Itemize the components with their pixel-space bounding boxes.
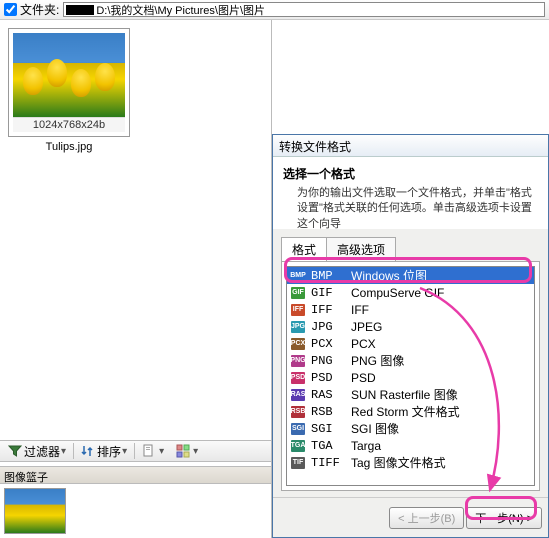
sort-icon (81, 444, 95, 458)
thumbnail-item[interactable]: 1024x768x24b Tulips.jpg (8, 28, 130, 153)
format-desc: Red Storm 文件格式 (351, 403, 460, 420)
chevron-down-icon: ▾ (193, 446, 198, 457)
convert-format-wizard: 转换文件格式 选择一个格式 为你的输出文件选取一个文件格式，并单击"格式设置"格… (272, 134, 549, 538)
format-desc: CompuServe GIF (351, 286, 444, 300)
thumbnail-filename: Tulips.jpg (8, 141, 130, 153)
tab-format[interactable]: 格式 (281, 237, 327, 261)
format-desc: Windows 位图 (351, 267, 427, 284)
format-icon: RSB (291, 406, 305, 418)
format-ext: RSB (311, 405, 345, 419)
format-ext: SGI (311, 422, 345, 436)
wizard-heading: 选择一个格式 (283, 165, 538, 182)
tab-panel-format: BMPBMPWindows 位图GIFGIFCompuServe GIFIFFI… (281, 261, 540, 491)
sort-button[interactable]: 排序 ▾ (76, 442, 132, 460)
thumbnail-panel: 1024x768x24b Tulips.jpg 过滤器 ▾ 排序 ▾ ▾ (0, 20, 272, 538)
grid-icon (176, 444, 190, 458)
thumbnail-image (13, 33, 125, 117)
format-ext: PNG (311, 354, 345, 368)
page-icon (142, 444, 156, 458)
format-icon: TGA (291, 440, 305, 452)
folder-bar: 文件夹: D:\我的文档\My Pictures\图片\图片 (0, 0, 549, 20)
wizard-body: 格式 高级选项 BMP BMP Windows 位图 GIF GIF CompuServe… (273, 229, 548, 497)
chevron-down-icon: ▾ (122, 446, 127, 457)
format-icon: TIF (291, 457, 305, 469)
toolbar-extra-1[interactable]: ▾ (137, 442, 169, 460)
folder-path-text: D:\我的文档\My Pictures\图片\图片 (96, 2, 265, 18)
wizard-description: 为你的输出文件选取一个文件格式，并单击"格式设置"格式关联的任何选项。单击高级选… (297, 186, 538, 232)
format-row-sgi[interactable]: SGI SGI SGI 图像 (287, 420, 534, 437)
format-icon: PSD (291, 372, 305, 384)
format-icon: SGI (291, 423, 305, 435)
format-row-iff[interactable]: IFF IFF IFF (287, 301, 534, 318)
format-row-tga[interactable]: TGA TGA Targa (287, 437, 534, 454)
folder-checkbox[interactable] (4, 3, 17, 16)
sort-label: 排序 (97, 443, 121, 460)
folder-label: 文件夹: (20, 1, 59, 18)
format-icon: GIF (291, 287, 305, 299)
format-list[interactable]: BMPBMPWindows 位图GIFGIFCompuServe GIFIFFI… (286, 266, 535, 486)
format-icon: JPG (291, 321, 305, 333)
format-icon: PCX (291, 338, 305, 350)
wizard-tabs: 格式 高级选项 (281, 237, 540, 261)
format-desc: Targa (351, 439, 381, 453)
format-row-jpg[interactable]: JPG JPG JPEG (287, 318, 534, 335)
chevron-down-icon: ▾ (61, 446, 66, 457)
basket-area (0, 484, 271, 538)
wizard-title: 转换文件格式 (273, 135, 548, 157)
format-ext: GIF (311, 286, 345, 300)
thumbnail-dimensions: 1024x768x24b (13, 117, 125, 132)
folder-path-input[interactable]: D:\我的文档\My Pictures\图片\图片 (63, 2, 545, 17)
format-ext: PSD (311, 371, 345, 385)
format-desc: Tag 图像文件格式 (351, 454, 446, 471)
left-toolbar: 过滤器 ▾ 排序 ▾ ▾ ▾ (0, 440, 271, 462)
chevron-down-icon: ▾ (159, 446, 164, 457)
format-desc: PSD (351, 371, 376, 385)
format-desc: PNG 图像 (351, 352, 404, 369)
format-row-psd[interactable]: PSD PSD PSD (287, 369, 534, 386)
tab-advanced[interactable]: 高级选项 (326, 237, 396, 261)
format-ext: RAS (311, 388, 345, 402)
format-ext: TIFF (311, 456, 345, 470)
format-row-tiff[interactable]: TIF TIFF Tag 图像文件格式 (287, 454, 534, 471)
filter-label: 过滤器 (24, 443, 60, 460)
format-icon: RAS (291, 389, 305, 401)
redacted-drive (66, 5, 94, 15)
format-ext: JPG (311, 320, 345, 334)
format-ext: IFF (311, 303, 345, 317)
toolbar-extra-2[interactable]: ▾ (171, 442, 203, 460)
format-ext: BMP (311, 269, 345, 283)
format-desc: IFF (351, 303, 369, 317)
format-desc: SUN Rasterfile 图像 (351, 386, 458, 403)
format-desc: PCX (351, 337, 376, 351)
format-ext: TGA (311, 439, 345, 453)
next-button[interactable]: 下一步(N) > (466, 507, 542, 529)
wizard-footer: < 上一步(B) 下一步(N) > (273, 497, 548, 537)
basket-thumbnail[interactable] (4, 488, 66, 534)
filter-button[interactable]: 过滤器 ▾ (3, 442, 71, 460)
format-icon: BMP (291, 270, 305, 282)
format-ext: PCX (311, 337, 345, 351)
format-row-pcx[interactable]: PCX PCX PCX (287, 335, 534, 352)
format-row-rsb[interactable]: RSB RSB Red Storm 文件格式 (287, 403, 534, 420)
basket-title: 图像篮子 (0, 466, 271, 484)
format-row-gif[interactable]: GIF GIF CompuServe GIF (287, 284, 534, 301)
format-icon: PNG (291, 355, 305, 367)
thumbnail-frame: 1024x768x24b (8, 28, 130, 137)
format-row-bmp[interactable]: BMP BMP Windows 位图 (287, 267, 534, 284)
format-icon: IFF (291, 304, 305, 316)
back-button[interactable]: < 上一步(B) (389, 507, 464, 529)
format-desc: JPEG (351, 320, 382, 334)
format-row-png[interactable]: PNG PNG PNG 图像 (287, 352, 534, 369)
format-desc: SGI 图像 (351, 420, 399, 437)
format-row-ras[interactable]: RAS RAS SUN Rasterfile 图像 (287, 386, 534, 403)
funnel-icon (8, 444, 22, 458)
